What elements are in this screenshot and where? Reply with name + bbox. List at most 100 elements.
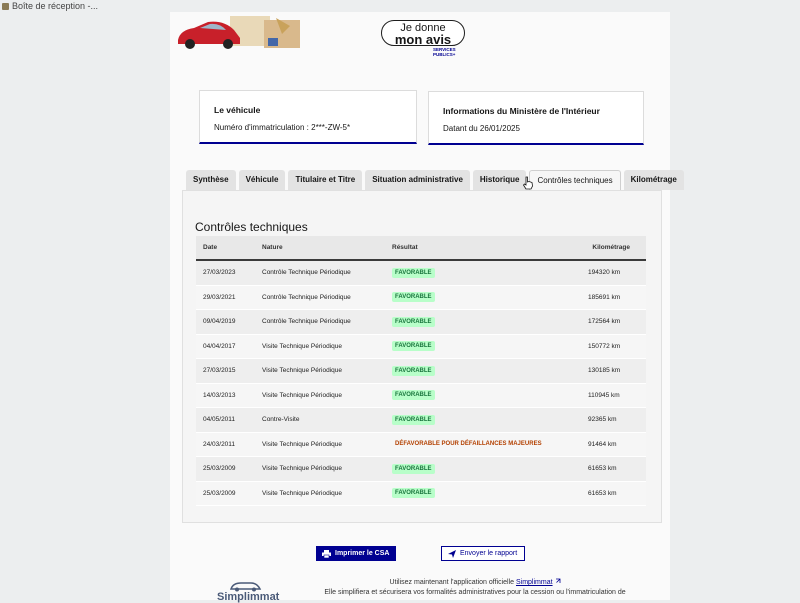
row-mileage: 61653 km: [588, 465, 617, 473]
favorable-badge: FAVORABLE: [392, 390, 435, 401]
row-nature: Contrôle Technique Périodique: [262, 293, 351, 301]
row-result: FAVORABLE: [384, 316, 574, 327]
browser-tab-title: Boîte de réception -...: [12, 1, 99, 11]
table-row: 24/03/2011 Visite Technique Périodique DÉF…: [196, 432, 646, 457]
row-date: 09/04/2019: [203, 318, 236, 326]
row-nature: Visite Technique Périodique: [262, 465, 342, 473]
table-row: 27/03/2023 Contrôle Technique Périodique F…: [196, 261, 646, 286]
panel-title: Contrôles techniques: [195, 220, 308, 234]
row-mileage: 130185 km: [588, 367, 621, 375]
car-illustration: [178, 16, 300, 49]
row-result: FAVORABLE: [384, 365, 574, 376]
send-report-label: Envoyer le rapport: [460, 550, 518, 557]
controls-table: Date Nature Résultat Kilométrage 27/03/2…: [196, 236, 646, 506]
favorable-badge: FAVORABLE: [392, 488, 435, 499]
row-date: 27/03/2015: [203, 367, 236, 375]
tab-titulaire[interactable]: Titulaire et Titre: [288, 170, 363, 190]
table-row: 04/05/2011 Contre-Visite FAVORABLE 92365 km: [196, 408, 646, 433]
tab-controles-techniques[interactable]: Contrôles techniques: [529, 170, 621, 190]
plate-number: Numéro d'immatriculation : 2***-ZW-5*: [214, 123, 351, 132]
row-result: FAVORABLE: [384, 292, 574, 303]
row-mileage: 110945 km: [588, 391, 620, 399]
favorable-badge: FAVORABLE: [392, 316, 435, 327]
simplimmat-logo-text: Simplimmat: [217, 591, 280, 603]
vehicle-card: Le véhicule Numéro d'immatriculation : 2…: [199, 90, 417, 144]
tab-situation[interactable]: Situation administrative: [365, 170, 470, 190]
table-row: 25/03/2009 Visite Technique Périodique FAV…: [196, 481, 646, 506]
feedback-badge[interactable]: Je donne mon avis: [381, 20, 465, 46]
row-mileage: 92365 km: [588, 416, 617, 424]
table-row: 25/03/2009 Visite Technique Périodique FAV…: [196, 457, 646, 482]
tab-vehicule[interactable]: Véhicule: [238, 170, 286, 190]
footer-line2: Elle simplifiera et sécurisera vos forma…: [324, 589, 626, 596]
row-result: FAVORABLE: [384, 267, 574, 278]
col-result: Résultat: [392, 244, 418, 251]
favorable-badge: FAVORABLE: [392, 267, 435, 278]
row-result: FAVORABLE: [384, 414, 574, 425]
ministry-date: Datant du 26/01/2025: [443, 124, 520, 133]
row-mileage: 185691 km: [588, 293, 621, 301]
ministry-card-title: Informations du Ministère de l'Intérieur: [443, 106, 600, 116]
tab-historique[interactable]: Historique: [472, 170, 527, 190]
row-date: 25/03/2009: [203, 465, 236, 473]
table-body: 27/03/2023 Contrôle Technique Périodique F…: [196, 261, 646, 506]
row-nature: Contre-Visite: [262, 416, 300, 424]
send-arrow-icon: [448, 549, 456, 558]
tab-bar: Synthèse Véhicule Titulaire et Titre Sit…: [186, 170, 684, 190]
mail-icon: [2, 2, 9, 10]
row-nature: Visite Technique Périodique: [262, 391, 342, 399]
row-result: FAVORABLE: [384, 341, 574, 352]
services-publics-logo: SERVICES PUBLICS+: [433, 47, 456, 57]
printer-icon: [322, 549, 331, 558]
table-row: 14/03/2013 Visite Technique Périodique FAV…: [196, 383, 646, 408]
footer-promo: Utilisez maintenant l'application offici…: [290, 578, 660, 598]
hand-cursor-icon: [522, 176, 533, 190]
simplimmat-logo: Simplimmat: [213, 580, 285, 603]
external-link-icon: [555, 578, 560, 583]
row-date: 29/03/2021: [203, 293, 236, 301]
favorable-badge: FAVORABLE: [392, 341, 435, 352]
row-date: 27/03/2023: [203, 269, 236, 277]
feedback-line2: mon avis: [394, 32, 452, 47]
row-result: DÉFAVORABLE POUR DÉFAILLANCES MAJEURES: [384, 439, 574, 449]
row-mileage: 61653 km: [588, 489, 617, 497]
table-row: 29/03/2021 Contrôle Technique Périodique F…: [196, 285, 646, 310]
defavorable-badge: DÉFAVORABLE POUR DÉFAILLANCES MAJEURES: [395, 441, 542, 448]
browser-tab[interactable]: Boîte de réception -...: [0, 0, 122, 12]
simplimmat-link[interactable]: Simplimmat: [516, 579, 553, 586]
row-nature: Visite Technique Périodique: [262, 342, 342, 350]
row-nature: Visite Technique Périodique: [262, 367, 342, 375]
table-row: 09/04/2019 Contrôle Technique Périodique F…: [196, 310, 646, 335]
row-nature: Visite Technique Périodique: [262, 440, 342, 448]
tab-synthese[interactable]: Synthèse: [186, 170, 236, 190]
col-date: Date: [203, 244, 218, 251]
col-nature: Nature: [262, 244, 283, 251]
table-row: 04/04/2017 Visite Technique Périodique FAV…: [196, 334, 646, 359]
row-date: 24/03/2011: [203, 440, 236, 448]
print-csa-button[interactable]: Imprimer le CSA: [316, 546, 396, 561]
row-nature: Visite Technique Périodique: [262, 489, 342, 497]
ministry-card: Informations du Ministère de l'Intérieur…: [428, 91, 644, 145]
row-date: 04/05/2011: [203, 416, 236, 424]
row-result: FAVORABLE: [384, 390, 574, 401]
row-mileage: 194320 km: [588, 269, 621, 277]
row-result: FAVORABLE: [384, 488, 574, 499]
send-report-button[interactable]: Envoyer le rapport: [441, 546, 525, 561]
row-mileage: 172564 km: [588, 318, 621, 326]
row-date: 14/03/2013: [203, 391, 236, 399]
table-header: Date Nature Résultat Kilométrage: [196, 236, 646, 261]
favorable-badge: FAVORABLE: [392, 292, 435, 303]
table-row: 27/03/2015 Visite Technique Périodique FAV…: [196, 359, 646, 384]
row-nature: Contrôle Technique Périodique: [262, 269, 351, 277]
footer-line1: Utilisez maintenant l'application offici…: [389, 579, 516, 586]
vehicle-card-title: Le véhicule: [214, 105, 261, 115]
favorable-badge: FAVORABLE: [392, 365, 435, 376]
row-nature: Contrôle Technique Périodique: [262, 318, 351, 326]
row-date: 25/03/2009: [203, 489, 236, 497]
favorable-badge: FAVORABLE: [392, 414, 435, 425]
col-mileage: Kilométrage: [592, 244, 630, 251]
tab-kilometrage[interactable]: Kilométrage: [623, 170, 684, 190]
row-result: FAVORABLE: [384, 463, 574, 474]
print-csa-label: Imprimer le CSA: [335, 550, 390, 557]
favorable-badge: FAVORABLE: [392, 463, 435, 474]
